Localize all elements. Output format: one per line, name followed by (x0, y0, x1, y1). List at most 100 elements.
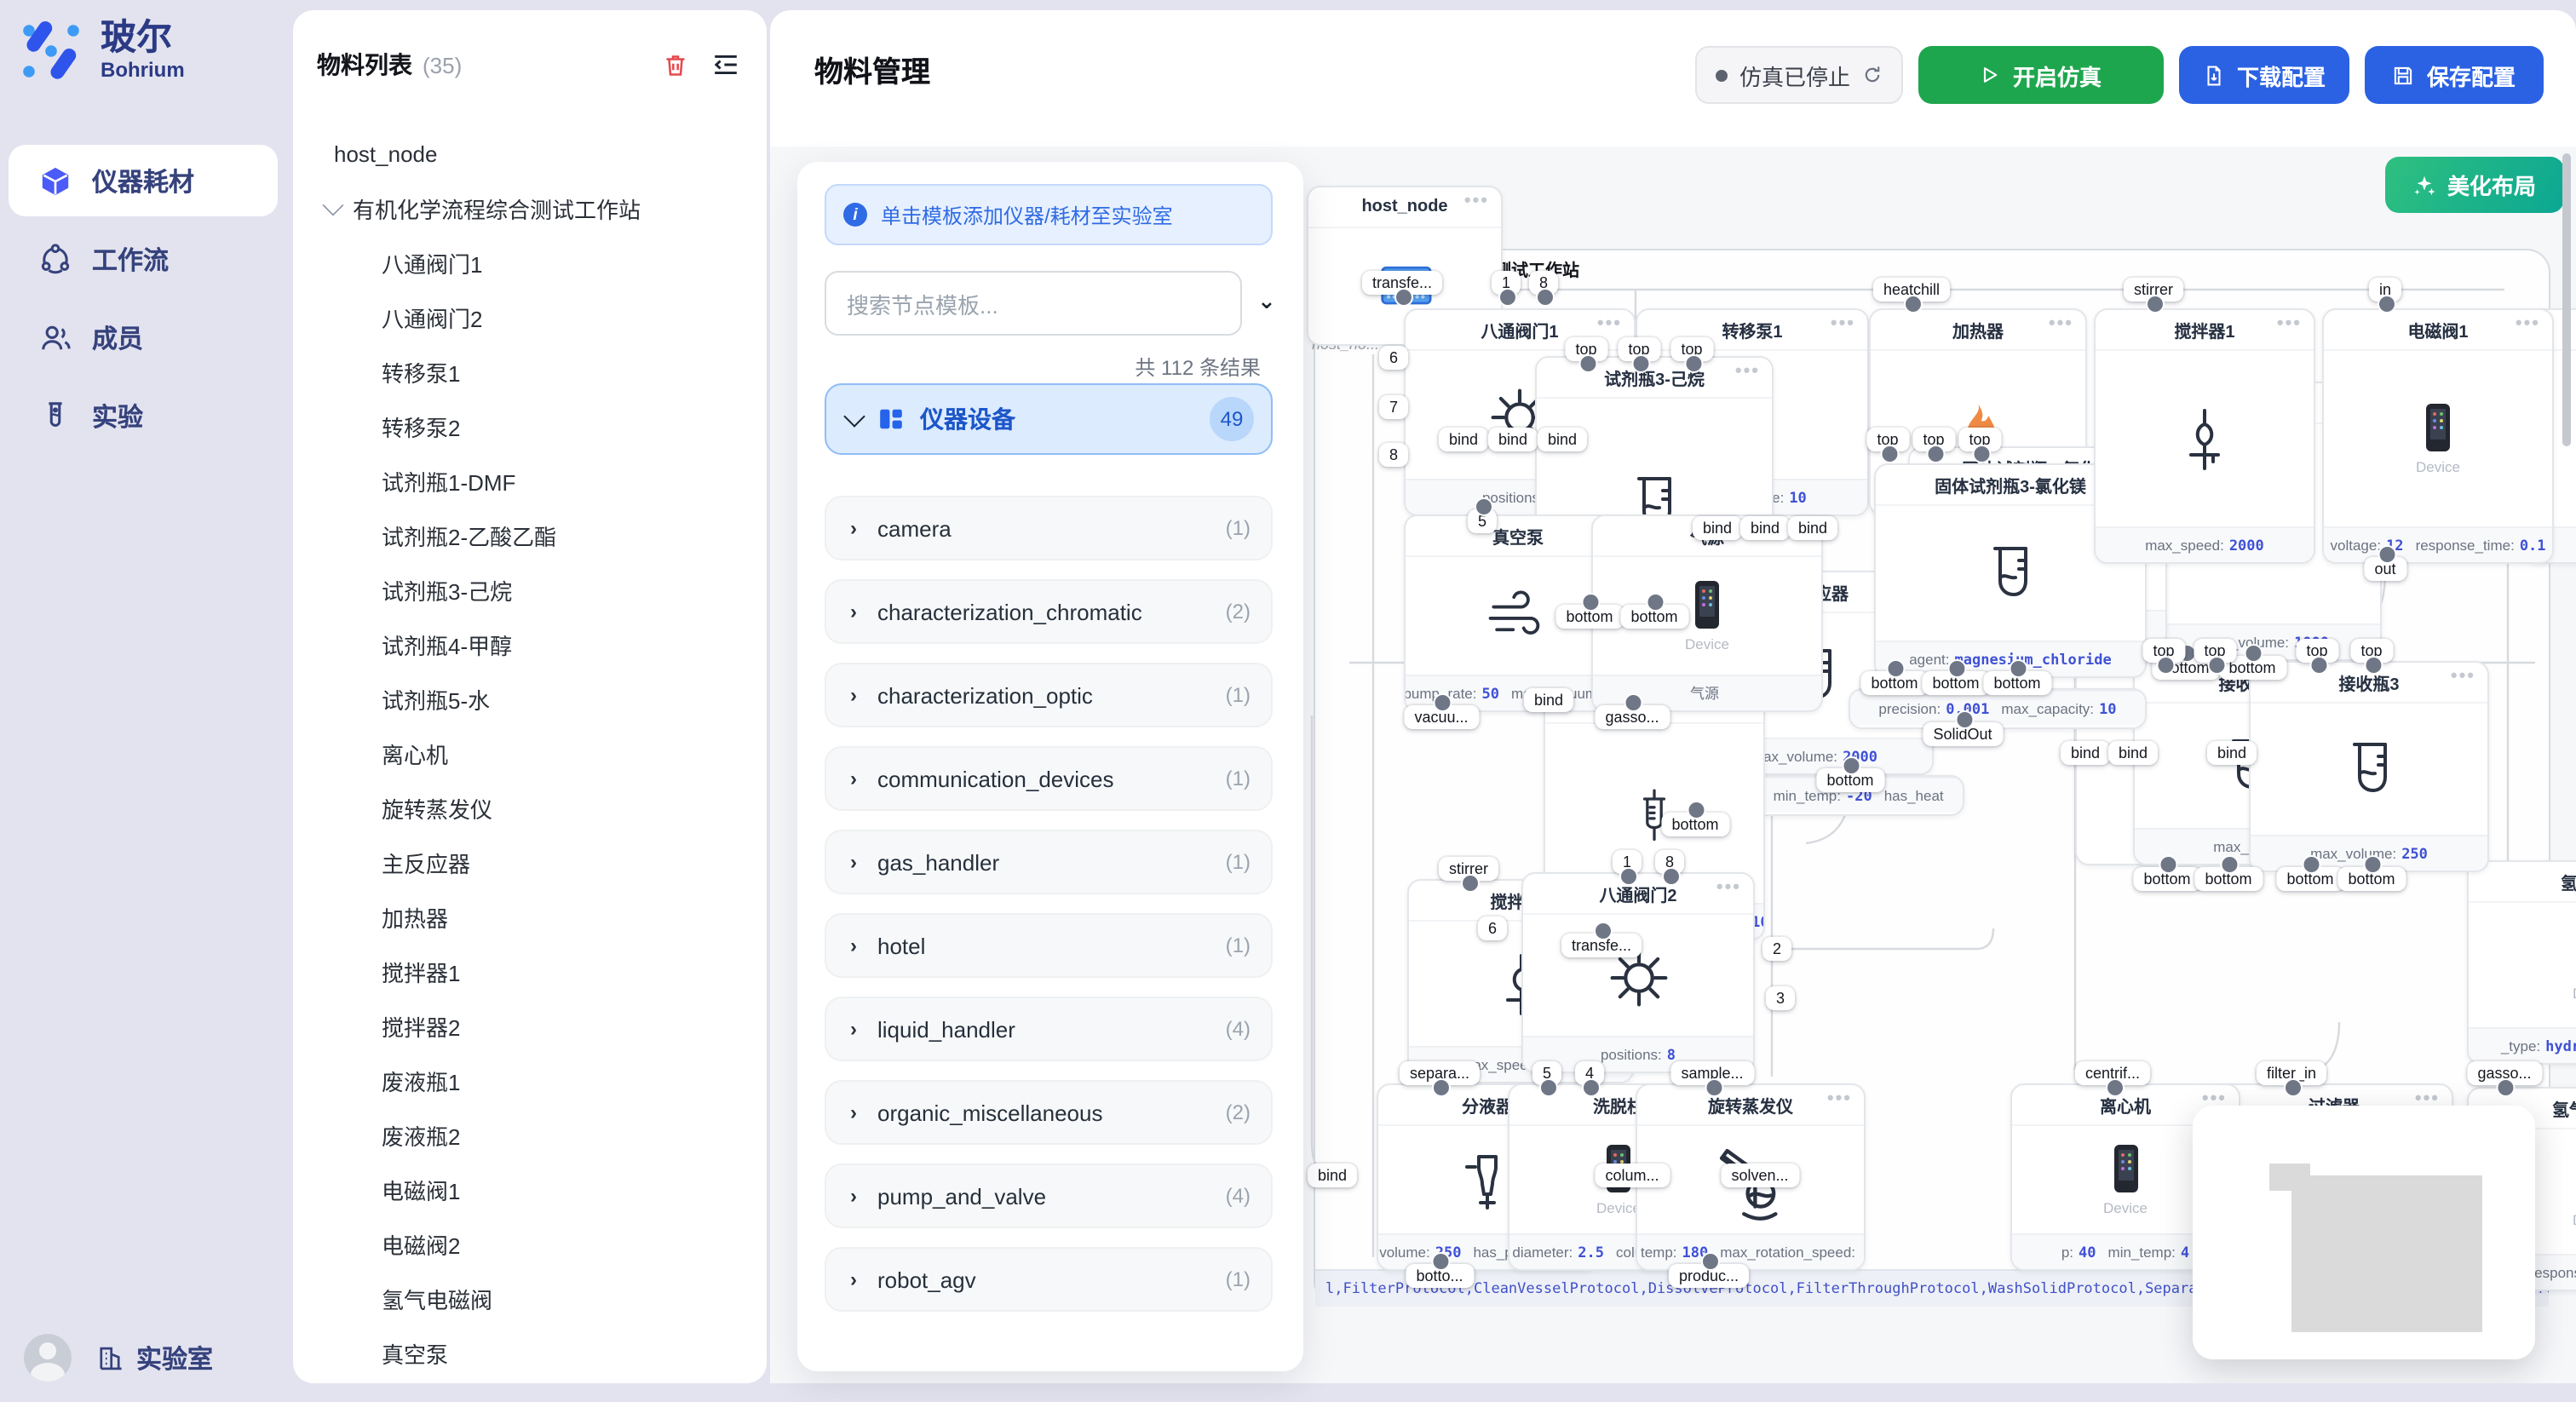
sidebar-item-laboratory[interactable]: 实验室 (95, 1340, 213, 1376)
panel-collapse-chevron-icon[interactable]: ⌄ (1257, 288, 1276, 315)
tree-item[interactable]: 离心机 (293, 726, 767, 780)
tree-group-workstation[interactable]: 有机化学流程综合测试工作站 (293, 181, 767, 235)
port-pill-top[interactable]: top (2142, 639, 2184, 663)
template-item-organic_miscellaneous[interactable]: ›organic_miscellaneous(2) (825, 1080, 1273, 1145)
port-pill-bottom[interactable]: bottom (1922, 671, 1989, 695)
tree-item[interactable]: 转移泵2 (293, 399, 767, 453)
port-pill-sample[interactable]: sample... (1670, 1061, 1753, 1085)
port-pill-vacuu[interactable]: vacuu... (1404, 705, 1478, 729)
port-pill-bottom[interactable]: bottom (1860, 671, 1928, 695)
tree-item[interactable]: 主反应器 (293, 835, 767, 889)
tree-item[interactable]: 氢气电磁阀 (293, 1271, 767, 1325)
port-pill-centrif[interactable]: centrif... (2075, 1061, 2150, 1085)
port-pill-bottom[interactable]: bottom (2133, 867, 2200, 891)
node-menu-icon[interactable]: ••• (1464, 191, 1489, 211)
node-menu-icon[interactable]: ••• (2516, 313, 2540, 334)
port-pill-6[interactable]: 6 (1478, 916, 1507, 940)
port-pill-colum[interactable]: colum... (1595, 1164, 1669, 1187)
template-item-communication_devices[interactable]: ›communication_devices(1) (825, 746, 1273, 811)
node-valve2[interactable]: 八通阀门2•••positions:8 (1521, 872, 1755, 1073)
port-pill-bottom[interactable]: bottom (2194, 867, 2262, 891)
template-item-liquid_handler[interactable]: ›liquid_handler(4) (825, 997, 1273, 1061)
tree-item[interactable]: 试剂瓶2-乙酸乙酯 (293, 508, 767, 562)
port-pill-8[interactable]: 8 (1379, 443, 1408, 467)
port-pill-top[interactable]: top (1912, 428, 1954, 451)
port-pill-bind[interactable]: bind (1538, 428, 1587, 451)
tree-item[interactable]: 电磁阀2 (293, 1216, 767, 1271)
port-pill-bottom[interactable]: bottom (2276, 867, 2343, 891)
port-pill-3[interactable]: 3 (1766, 986, 1795, 1010)
port-pill-solven[interactable]: solven... (1721, 1164, 1798, 1187)
port-pill-bind[interactable]: bind (2108, 741, 2158, 765)
node-menu-icon[interactable]: ••• (1735, 361, 1760, 382)
node-sv1[interactable]: 电磁阀1•••Devicevoltage:12response_time:0.1 (2322, 308, 2554, 564)
port-pill-top[interactable]: top (1958, 428, 2000, 451)
port-pill-bottom[interactable]: bottom (1555, 605, 1623, 629)
port-pill-8[interactable]: 8 (1529, 271, 1558, 295)
sidebar-item-instruments[interactable]: 仪器耗材 (9, 145, 278, 216)
tree-item[interactable]: 八通阀门2 (293, 290, 767, 344)
tree-item[interactable]: 真空泵 (293, 1325, 767, 1380)
template-item-characterization_chromatic[interactable]: ›characterization_chromatic(2) (825, 579, 1273, 644)
template-item-hotel[interactable]: ›hotel(1) (825, 913, 1273, 978)
port-pill-5[interactable]: 5 (1468, 509, 1497, 533)
port-pill-bottom[interactable]: bottom (2337, 867, 2405, 891)
port-pill-bottom[interactable]: bottom (1661, 813, 1728, 836)
tree-item[interactable]: 搅拌器1 (293, 944, 767, 998)
save-config-button[interactable]: 保存配置 (2365, 46, 2544, 104)
port-pill-separa[interactable]: separa... (1400, 1061, 1480, 1085)
minimap[interactable] (2193, 1106, 2535, 1359)
port-pill-out[interactable]: out (2364, 557, 2406, 581)
tree-item[interactable]: 加热器 (293, 889, 767, 944)
port-pill-top[interactable]: top (1565, 337, 1607, 361)
port-pill-gasso[interactable]: gasso... (2467, 1061, 2541, 1085)
port-pill-8[interactable]: 8 (1655, 850, 1684, 874)
tree-item[interactable]: 废液瓶2 (293, 1107, 767, 1162)
simulation-status-pill[interactable]: 仿真已停止 (1695, 46, 1903, 104)
sidebar-item-members[interactable]: 成员 (9, 302, 278, 373)
sidebar-item-experiments[interactable]: 实验 (9, 380, 278, 451)
search-input[interactable]: 搜索节点模板... (825, 271, 1242, 336)
node-menu-icon[interactable]: ••• (2451, 666, 2475, 687)
tree-item[interactable]: 试剂瓶5-水 (293, 671, 767, 726)
tree-item-host-node[interactable]: host_node (293, 126, 767, 181)
port-pill-top[interactable]: top (1670, 337, 1712, 361)
port-pill-transfe[interactable]: transfe... (1362, 271, 1442, 295)
node-menu-icon[interactable]: ••• (1716, 877, 1741, 898)
port-pill-top[interactable]: top (1866, 428, 1908, 451)
tree-item[interactable]: 搅拌器2 (293, 998, 767, 1053)
node-recv3[interactable]: 接收瓶3•••max_volume:250 (2249, 661, 2489, 872)
collapse-list-icon[interactable] (712, 51, 739, 78)
start-simulation-button[interactable]: 开启仿真 (1918, 46, 2164, 104)
tree-item[interactable]: 旋转蒸发仪 (293, 780, 767, 835)
port-pill-heatchill[interactable]: heatchill (1873, 278, 1950, 302)
template-item-pump_and_valve[interactable]: ›pump_and_valve(4) (825, 1164, 1273, 1228)
port-pill-2[interactable]: 2 (1762, 937, 1791, 961)
tree-item[interactable]: 试剂瓶4-甲醇 (293, 617, 767, 671)
port-pill-top[interactable]: top (2350, 639, 2392, 663)
port-pill-bind[interactable]: bind (1788, 516, 1837, 540)
port-pill-bind[interactable]: bind (1693, 516, 1742, 540)
port-pill-in[interactable]: in (2369, 278, 2401, 302)
port-pill-bind[interactable]: bind (2061, 741, 2110, 765)
sidebar-item-workflow[interactable]: 工作流 (9, 223, 278, 295)
port-pill-SolidOut[interactable]: SolidOut (1923, 722, 2002, 746)
node-stirrer1[interactable]: 搅拌器1•••max_speed:2000 (2094, 308, 2315, 564)
port-pill-1[interactable]: 1 (1613, 850, 1642, 874)
template-item-characterization_optic[interactable]: ›characterization_optic(1) (825, 663, 1273, 727)
template-item-gas_handler[interactable]: ›gas_handler(1) (825, 830, 1273, 894)
port-pill-top[interactable]: top (2296, 639, 2337, 663)
category-instruments[interactable]: 仪器设备 49 (825, 383, 1273, 455)
node-menu-icon[interactable]: ••• (1597, 313, 1622, 334)
port-pill-bind[interactable]: bind (1740, 516, 1790, 540)
tree-item[interactable]: 试剂瓶3-己烷 (293, 562, 767, 617)
port-pill-top[interactable]: top (1618, 337, 1659, 361)
tree-item[interactable]: 电磁阀1 (293, 1162, 767, 1216)
template-item-robot_agv[interactable]: ›robot_agv(1) (825, 1247, 1273, 1312)
port-pill-stirrer[interactable]: stirrer (2124, 278, 2183, 302)
tree-item[interactable]: 试剂瓶1-DMF (293, 453, 767, 508)
port-pill-bind[interactable]: bind (1308, 1164, 1357, 1187)
port-pill-filter_in[interactable]: filter_in (2257, 1061, 2326, 1085)
port-pill-bind[interactable]: bind (1439, 428, 1488, 451)
beautify-layout-button[interactable]: 美化布局 (2385, 157, 2564, 213)
